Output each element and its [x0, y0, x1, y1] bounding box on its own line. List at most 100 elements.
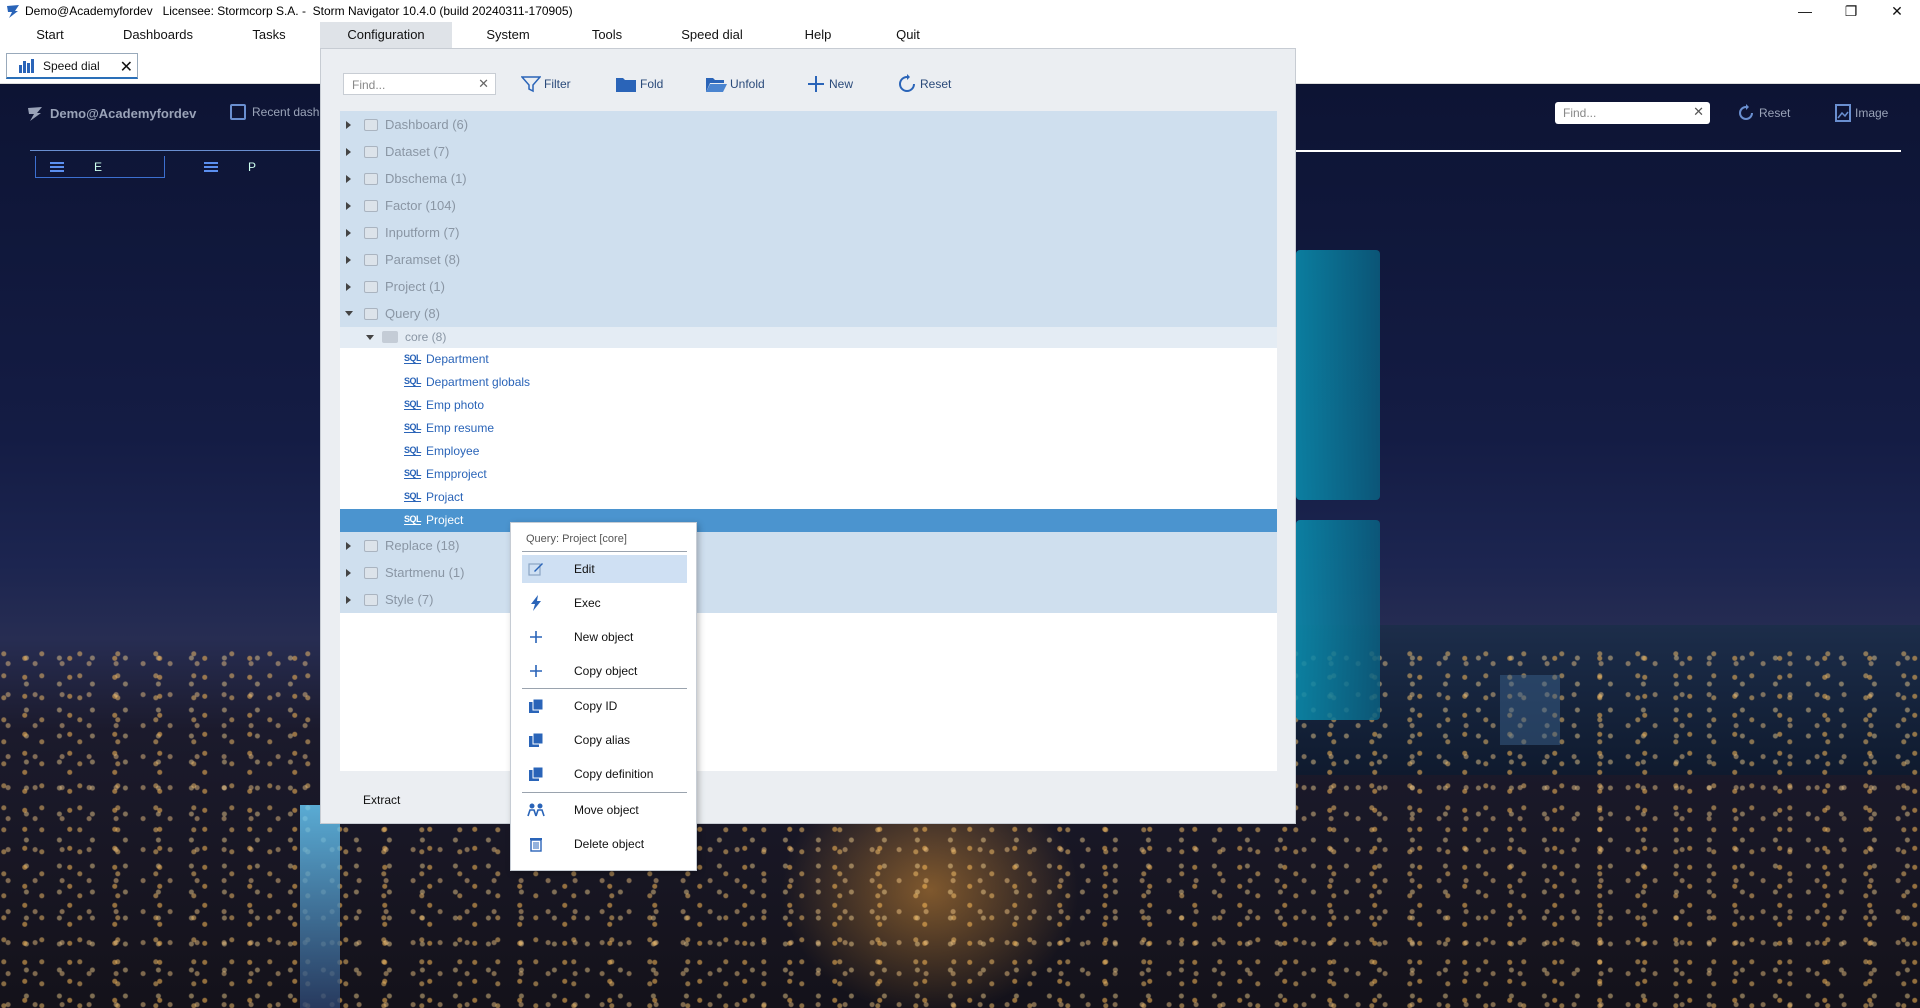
context-menu-copy-alias[interactable]: Copy alias	[522, 726, 687, 754]
sql-icon: SQL	[404, 422, 422, 433]
tree-node-factor[interactable]: Factor (104)	[340, 192, 1277, 219]
collapse-arrow-icon[interactable]	[345, 311, 353, 316]
context-menu-label: Exec	[574, 596, 601, 610]
tree-leaf-department-globals[interactable]: SQL Department globals	[340, 371, 1277, 394]
speed-dial-tile[interactable]	[1296, 250, 1380, 500]
context-menu-exec[interactable]: Exec	[522, 589, 687, 617]
tree-node-dbschema[interactable]: Dbschema (1)	[340, 165, 1277, 192]
expand-arrow-icon[interactable]	[346, 147, 351, 156]
edit-icon	[526, 559, 546, 579]
tree-node-replace[interactable]: Replace (18)	[340, 532, 1277, 559]
dashboard-user-label: Demo@Academyfordev	[50, 105, 197, 121]
close-window-button[interactable]: ✕	[1874, 0, 1920, 22]
startmenu-icon	[364, 566, 378, 579]
folder-icon	[364, 280, 378, 293]
tree-folder-core[interactable]: core (8)	[340, 327, 1277, 348]
tab-speed-dial[interactable]: Speed dial ✕	[6, 53, 138, 79]
expand-arrow-icon[interactable]	[346, 568, 351, 577]
menu-icon	[204, 162, 218, 172]
storm-logo-icon	[28, 107, 42, 121]
expand-arrow-icon[interactable]	[346, 120, 351, 129]
maximize-button[interactable]: ❐	[1828, 0, 1874, 22]
context-menu-edit[interactable]: Edit	[522, 555, 687, 583]
dashboard-reset-button[interactable]: Reset	[1737, 104, 1790, 122]
reset-button[interactable]: Reset	[897, 73, 951, 95]
tree-node-label: Paramset (8)	[385, 252, 461, 267]
dashboard-tab-e[interactable]: E	[35, 156, 165, 178]
close-tab-icon[interactable]: ✕	[120, 57, 133, 77]
expand-arrow-icon[interactable]	[346, 201, 351, 210]
menu-system[interactable]: System	[480, 22, 536, 48]
context-menu-copy-object[interactable]: Copy object	[522, 657, 687, 685]
dashboard-search-input[interactable]: Find... ✕	[1555, 102, 1710, 124]
expand-arrow-icon[interactable]	[346, 174, 351, 183]
tree-node-dataset[interactable]: Dataset (7)	[340, 138, 1277, 165]
menu-icon	[50, 161, 64, 172]
tree-node-dashboard[interactable]: Dashboard (6)	[340, 111, 1277, 138]
tree-leaf-department[interactable]: SQL Department	[340, 348, 1277, 371]
reset-icon	[899, 74, 915, 92]
tree-node-paramset[interactable]: Paramset (8)	[340, 246, 1277, 273]
tree-leaf-empproject[interactable]: SQL Empproject	[340, 463, 1277, 486]
minimize-button[interactable]: —	[1782, 0, 1828, 22]
menu-quit[interactable]: Quit	[886, 22, 930, 48]
expand-arrow-icon[interactable]	[346, 255, 351, 264]
dashboard-tab-e-label: E	[94, 159, 103, 174]
tree-leaf-project[interactable]: SQL Project	[340, 509, 1277, 532]
context-menu-copy-id[interactable]: Copy ID	[522, 692, 687, 720]
tree-leaf-label: Department globals	[426, 375, 531, 389]
storm-logo-icon	[7, 5, 19, 18]
expand-arrow-icon[interactable]	[346, 282, 351, 291]
extract-button[interactable]: Extract	[363, 793, 400, 807]
context-menu-new-object[interactable]: New object	[522, 623, 687, 651]
tablet-icon	[230, 104, 246, 120]
context-menu-delete-object[interactable]: Delete object	[522, 830, 687, 858]
dashboard-image-button[interactable]: Image	[1835, 104, 1888, 122]
fold-button[interactable]: Fold	[615, 73, 663, 95]
tree-node-inputform[interactable]: Inputform (7)	[340, 219, 1277, 246]
menu-bar: Start Dashboards Tasks Configuration Sys…	[0, 22, 1920, 48]
expand-arrow-icon[interactable]	[346, 595, 351, 604]
sql-icon: SQL	[404, 445, 422, 456]
tree-node-style[interactable]: Style (7)	[340, 586, 1277, 613]
expand-arrow-icon[interactable]	[346, 228, 351, 237]
menu-separator	[522, 688, 687, 689]
filter-button[interactable]: Filter	[521, 73, 571, 95]
tree-node-label: Dbschema (1)	[385, 171, 467, 186]
new-button[interactable]: New	[806, 73, 853, 95]
expand-arrow-icon[interactable]	[346, 541, 351, 550]
tree-node-label: Project (1)	[385, 279, 445, 294]
collapse-arrow-icon[interactable]	[366, 335, 374, 340]
menu-tools[interactable]: Tools	[584, 22, 630, 48]
plus-icon	[526, 627, 546, 647]
dashboard-tab-p[interactable]: P	[190, 156, 290, 178]
tree-leaf-projact[interactable]: SQL Projact	[340, 486, 1277, 509]
unfold-button[interactable]: Unfold	[705, 73, 765, 95]
config-search-input[interactable]: Find... ✕	[343, 73, 496, 95]
tree-leaf-label: Emp photo	[426, 398, 485, 412]
recent-dashboards-button[interactable]: Recent dashb	[230, 104, 326, 120]
lightning-icon	[526, 593, 546, 613]
menu-tasks[interactable]: Tasks	[246, 22, 292, 48]
copy-icon	[526, 730, 546, 750]
clear-search-icon[interactable]: ✕	[1693, 104, 1704, 120]
menu-dashboards[interactable]: Dashboards	[118, 22, 198, 48]
menu-help[interactable]: Help	[800, 22, 836, 48]
dashboard-tab-p-label: P	[248, 160, 257, 174]
dashboard-user: Demo@Academyfordev	[26, 104, 196, 122]
tree-leaf-employee[interactable]: SQL Employee	[340, 440, 1277, 463]
clear-search-icon[interactable]: ✕	[478, 76, 489, 92]
context-menu-copy-definition[interactable]: Copy definition	[522, 760, 687, 788]
tree-leaf-emp-photo[interactable]: SQL Emp photo	[340, 394, 1277, 417]
menu-start[interactable]: Start	[28, 22, 72, 48]
tree-node-project[interactable]: Project (1)	[340, 273, 1277, 300]
tree-node-query[interactable]: Query (8)	[340, 300, 1277, 327]
context-menu-move-object[interactable]: Move object	[522, 796, 687, 824]
menu-configuration[interactable]: Configuration	[320, 22, 452, 48]
speed-dial-tile[interactable]	[1296, 520, 1380, 720]
context-menu-label: Delete object	[574, 837, 645, 851]
menu-speed-dial[interactable]: Speed dial	[676, 22, 748, 48]
tree-node-startmenu[interactable]: Startmenu (1)	[340, 559, 1277, 586]
tree-leaf-emp-resume[interactable]: SQL Emp resume	[340, 417, 1277, 440]
menu-separator	[522, 551, 687, 552]
